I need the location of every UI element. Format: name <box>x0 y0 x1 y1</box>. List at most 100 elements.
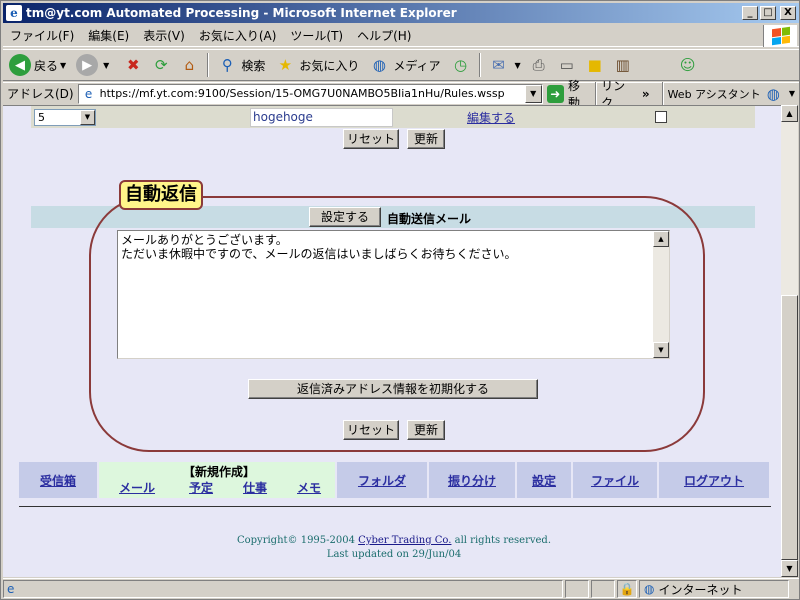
annotation-oval <box>89 196 705 452</box>
reset-button-top[interactable]: リセット <box>343 129 399 149</box>
nav-new-mail[interactable]: メール <box>119 479 155 496</box>
menu-help[interactable]: ヘルプ(H) <box>350 27 418 44</box>
close-button[interactable]: X <box>780 6 796 20</box>
web-assistant-label[interactable]: Web アシスタント <box>668 86 761 102</box>
nav-inbox[interactable]: 受信箱 <box>19 462 99 498</box>
address-dropdown-icon[interactable]: ▼ <box>524 84 542 103</box>
status-message-pane: e <box>3 580 563 598</box>
rule-name-field[interactable]: hogehoge <box>250 108 393 127</box>
research-icon[interactable]: ▥ <box>612 54 634 76</box>
windows-logo-icon <box>763 25 797 47</box>
media-globe-icon: ◍ <box>372 56 386 74</box>
nav-new-group: 【新規作成】 メール 予定 仕事 メモ <box>99 462 337 498</box>
messenger-icon[interactable]: ☺ <box>677 54 699 76</box>
minimize-button[interactable]: _ <box>742 6 758 20</box>
window-title: tm@yt.com Automated Processing - Microso… <box>26 6 457 20</box>
update-button-top[interactable]: 更新 <box>407 129 445 149</box>
address-url[interactable]: https://mf.yt.com:9100/Session/15-OMG7U0… <box>100 87 525 100</box>
copyright-line: Copyright© 1995-2004 Cyber Trading Co. a… <box>19 534 769 548</box>
rule-checkbox[interactable] <box>655 111 667 123</box>
copyright-prefix: Copyright© 1995-2004 <box>236 535 359 546</box>
forward-button[interactable]: ▶ ▼ <box>76 54 113 76</box>
back-dropdown-icon[interactable]: ▼ <box>60 61 66 70</box>
refresh-icon[interactable]: ⟳ <box>150 54 172 76</box>
address-input[interactable]: e https://mf.yt.com:9100/Session/15-OMG7… <box>77 83 543 104</box>
ie-icon: e <box>6 5 22 21</box>
nav-folder[interactable]: フォルダ <box>337 462 429 498</box>
page-status-icon: e <box>7 582 15 596</box>
bottom-navigation: 受信箱 【新規作成】 メール 予定 仕事 メモ フォルダ 振り分け 設定 ファイ… <box>19 462 769 498</box>
search-button[interactable]: ⚲ 検索 <box>213 54 266 76</box>
back-label: 戻る <box>34 58 59 73</box>
rule-row <box>31 106 755 128</box>
menu-edit[interactable]: 編集(E) <box>81 27 136 44</box>
zone-label: インターネット <box>658 582 743 597</box>
discuss-icon[interactable]: ■ <box>584 54 606 76</box>
toolbar-separator <box>207 53 210 77</box>
status-bar: e 🔒 ◍ インターネット <box>3 578 799 599</box>
favorites-button[interactable]: ★ お気に入り <box>271 54 360 76</box>
scroll-down-icon[interactable]: ▼ <box>781 560 798 577</box>
page-viewport: 5 ▼ hogehoge 編集する リセット 更新 設定する 自動送信メール メ… <box>3 105 781 577</box>
zone-pane: ◍ インターネット <box>639 580 789 598</box>
toolbar-separator <box>478 53 481 77</box>
history-icon[interactable]: ◷ <box>450 54 472 76</box>
menu-favorites[interactable]: お気に入り(A) <box>192 27 284 44</box>
links-more-icon[interactable]: » <box>642 87 650 101</box>
back-arrow-icon: ◀ <box>9 54 31 76</box>
footer-divider <box>19 506 771 507</box>
nav-file[interactable]: ファイル <box>573 462 659 498</box>
media-label: メディア <box>393 58 441 73</box>
search-icon: ⚲ <box>221 56 233 74</box>
address-label: アドレス(D) <box>7 87 74 101</box>
page-icon: e <box>84 86 93 101</box>
page-scrollbar[interactable]: ▲ ▼ <box>781 105 798 577</box>
nav-new-task[interactable]: 仕事 <box>243 479 267 496</box>
nav-new-header: 【新規作成】 <box>183 465 256 479</box>
menu-bar: ファイル(F) 編集(E) 表示(V) お気に入り(A) ツール(T) ヘルプ(… <box>3 25 799 47</box>
status-pane <box>591 580 615 598</box>
nav-new-memo[interactable]: メモ <box>297 479 321 496</box>
menu-file[interactable]: ファイル(F) <box>3 27 81 44</box>
chevron-down-icon[interactable]: ▼ <box>80 110 95 125</box>
forward-dropdown-icon[interactable]: ▼ <box>103 61 109 70</box>
back-button[interactable]: ◀ 戻る ▼ <box>9 54 70 76</box>
lock-icon: 🔒 <box>619 582 635 596</box>
forward-arrow-icon: ▶ <box>76 54 99 76</box>
scroll-up-icon[interactable]: ▲ <box>781 105 798 122</box>
ssl-lock-pane: 🔒 <box>617 580 637 598</box>
title-bar: e tm@yt.com Automated Processing - Micro… <box>3 3 799 23</box>
nav-logout[interactable]: ログアウト <box>659 462 769 498</box>
nav-sort[interactable]: 振り分け <box>429 462 517 498</box>
mail-dropdown-icon[interactable]: ▼ <box>515 61 521 70</box>
assistant-globe-icon[interactable]: ◍ <box>763 83 784 105</box>
home-icon[interactable]: ⌂ <box>178 54 200 76</box>
edit-rule-link[interactable]: 編集する <box>467 109 515 126</box>
last-updated: Last updated on 29/Jun/04 <box>326 549 462 560</box>
media-button[interactable]: ◍ メディア <box>365 54 441 76</box>
rule-priority-select[interactable]: 5 ▼ <box>34 109 96 126</box>
edit-icon[interactable]: ▭ <box>556 54 578 76</box>
copyright-suffix: all rights reserved. <box>451 535 552 546</box>
nav-new-schedule[interactable]: 予定 <box>189 479 213 496</box>
toolbar-separator <box>661 81 664 106</box>
auto-reply-callout: 自動返信 <box>119 180 203 210</box>
mail-icon[interactable]: ✉ <box>488 54 510 76</box>
stop-icon[interactable]: ✖ <box>122 54 144 76</box>
menu-view[interactable]: 表示(V) <box>136 27 192 44</box>
nav-settings[interactable]: 設定 <box>517 462 573 498</box>
favorites-label: お気に入り <box>299 58 360 73</box>
footer: Copyright© 1995-2004 Cyber Trading Co. a… <box>19 534 769 562</box>
company-link[interactable]: Cyber Trading Co. <box>358 535 451 546</box>
go-arrow-icon: ➜ <box>546 84 564 103</box>
toolbar-separator <box>595 81 598 106</box>
status-pane <box>565 580 589 598</box>
menu-tools[interactable]: ツール(T) <box>283 27 350 44</box>
globe-icon: ◍ <box>644 582 655 596</box>
rule-priority-value: 5 <box>38 111 45 124</box>
assistant-dropdown-icon[interactable]: ▼ <box>789 89 795 98</box>
scroll-thumb[interactable] <box>781 295 798 560</box>
browser-window: e tm@yt.com Automated Processing - Micro… <box>0 0 800 600</box>
maximize-button[interactable]: □ <box>760 6 776 20</box>
print-icon[interactable]: ⎙ <box>528 54 550 76</box>
